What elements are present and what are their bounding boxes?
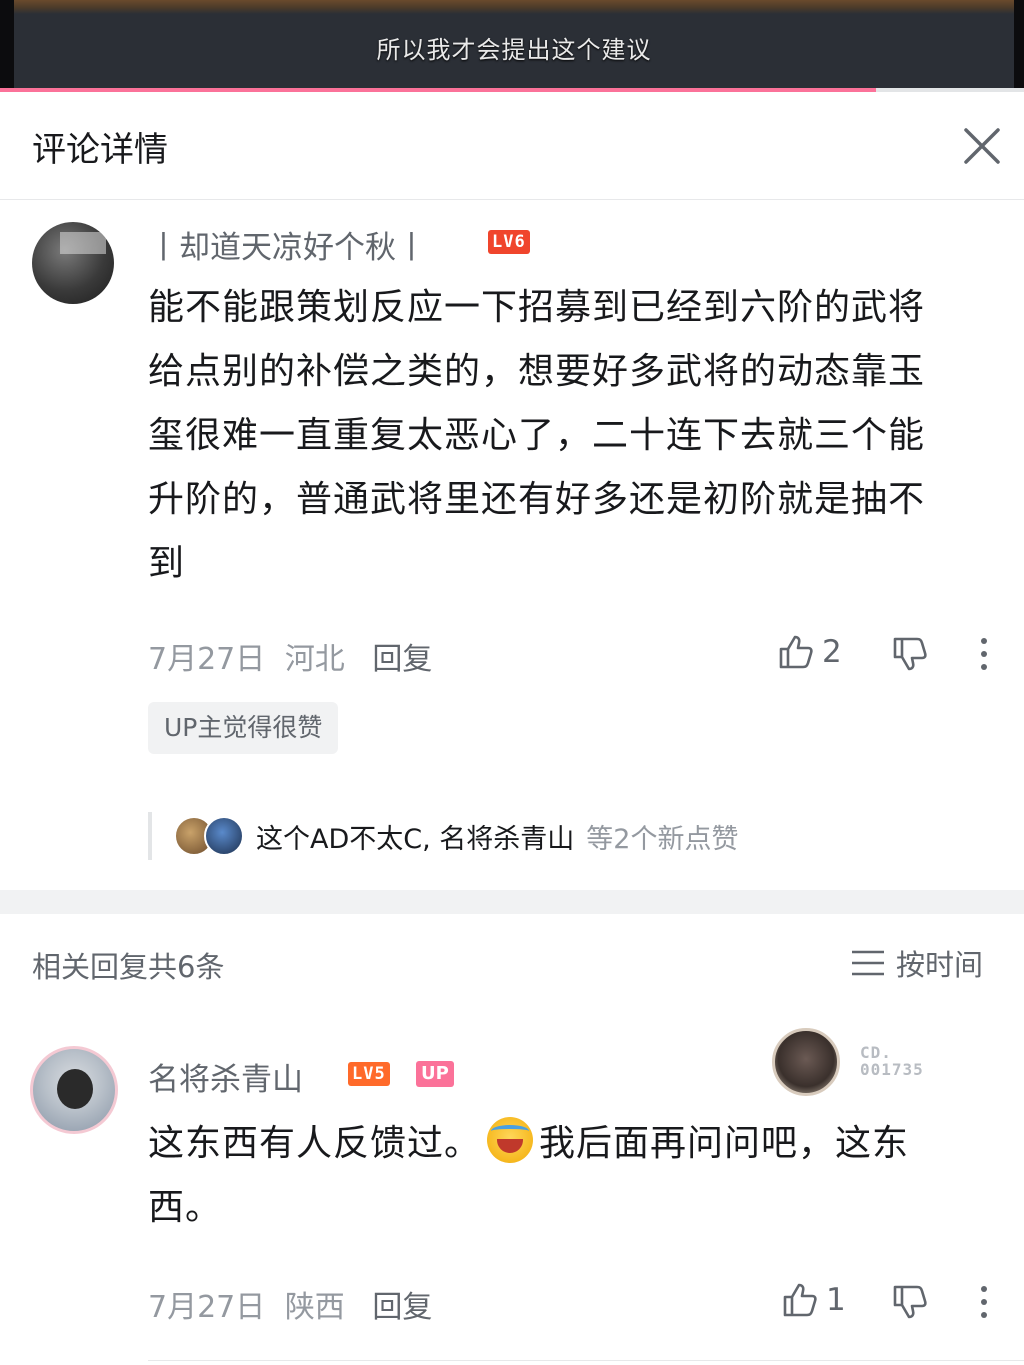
comment-line: 升阶的，普通武将里还有好多还是初阶就是抽不 [148,479,926,520]
thumbs-up-icon [783,1283,817,1317]
avatar[interactable] [30,1046,118,1134]
video-frame: 所以我才会提出这个建议 [14,0,1014,88]
comment-meta: 7月27日 河北 回复 [148,634,432,678]
reply-meta: 7月27日 陕西 回复 [148,1282,432,1326]
sort-button[interactable]: 按时间 [850,942,983,984]
thumbs-down-icon [893,637,927,671]
thumbs-down-icon [893,1285,927,1319]
reply-username[interactable]: 名将杀青山 [148,1054,303,1099]
sort-label: 按时间 [896,948,984,982]
dislike-button[interactable] [890,1282,930,1322]
reply-text-part: 我后面再问问吧，这东 [539,1123,910,1164]
laughing-emoji-icon [487,1117,534,1163]
reply-date: 7月27日 [148,1290,266,1325]
section-divider [0,890,1024,914]
dislike-button[interactable] [890,634,930,674]
reply-button[interactable]: 回复 [372,1290,432,1325]
likers-names: 这个AD不太C, 名将杀青山 [256,823,575,855]
comment-detail-header: 评论详情 [0,92,1024,200]
video-player[interactable]: 所以我才会提出这个建议 [0,0,1024,92]
replies-count: 相关回复共6条 [32,950,225,984]
like-button[interactable]: 1 [780,1280,846,1320]
liker-avatar [204,816,244,856]
like-count: 2 [822,634,842,670]
likers-extra: 等2个新点赞 [586,823,739,855]
comment-line: 玺很难一直重复太恶心了，二十连下去就三个能 [148,415,926,456]
avatar[interactable] [32,222,114,304]
comment-line: 能不能跟策划反应一下招募到已经到六阶的武将 [148,287,926,328]
comment-line: 给点别的补偿之类的，想要好多武将的动态靠玉 [148,351,926,392]
video-subtitle: 所以我才会提出这个建议 [376,36,652,64]
fan-number-value: 001735 [860,1060,924,1079]
reply-divider [148,1360,1024,1361]
thumbs-up-icon [779,635,813,669]
comment-body: 能不能跟策划反应一下招募到已经到六阶的武将 给点别的补偿之类的，想要好多武将的动… [148,276,1008,596]
page-title: 评论详情 [32,130,168,170]
more-button[interactable] [974,634,994,674]
up-badge: UP [416,1061,454,1087]
comment-location: 河北 [284,642,345,677]
up-liked-tag: UP主觉得很赞 [148,702,339,754]
fan-number: CD. 001735 [860,1044,924,1078]
close-button[interactable] [958,122,1006,170]
reply-line: 这东西有人反馈过。 我后面再问问吧，这东 [148,1112,1008,1176]
reply-location: 陕西 [284,1290,345,1325]
fan-number-prefix: CD. [860,1043,892,1062]
avatar-face [57,1069,93,1109]
reply-button[interactable]: 回复 [372,642,432,677]
level-badge: LV6 [488,230,530,254]
comment-line: 到 [148,543,186,584]
close-icon [964,128,1000,164]
fan-medal-icon[interactable] [772,1028,840,1096]
level-badge: LV5 [348,1062,390,1086]
sort-lines-icon [852,950,884,976]
reply-body: 这东西有人反馈过。 我后面再问问吧，这东 西。 [148,1112,1008,1240]
comment-username[interactable]: 丨却道天凉好个秋丨 [148,222,427,267]
more-vertical-icon [981,638,987,670]
like-count: 1 [826,1282,846,1318]
avatar-decoration [60,232,106,254]
reply-line: 西。 [148,1187,223,1228]
new-likes-row[interactable]: 这个AD不太C, 名将杀青山 等2个新点赞 [148,812,738,860]
like-button[interactable]: 2 [776,632,842,672]
more-vertical-icon [981,1286,987,1318]
reply-text-part: 这东西有人反馈过。 [148,1123,482,1164]
more-button[interactable] [974,1282,994,1322]
comment-date: 7月27日 [148,642,266,677]
